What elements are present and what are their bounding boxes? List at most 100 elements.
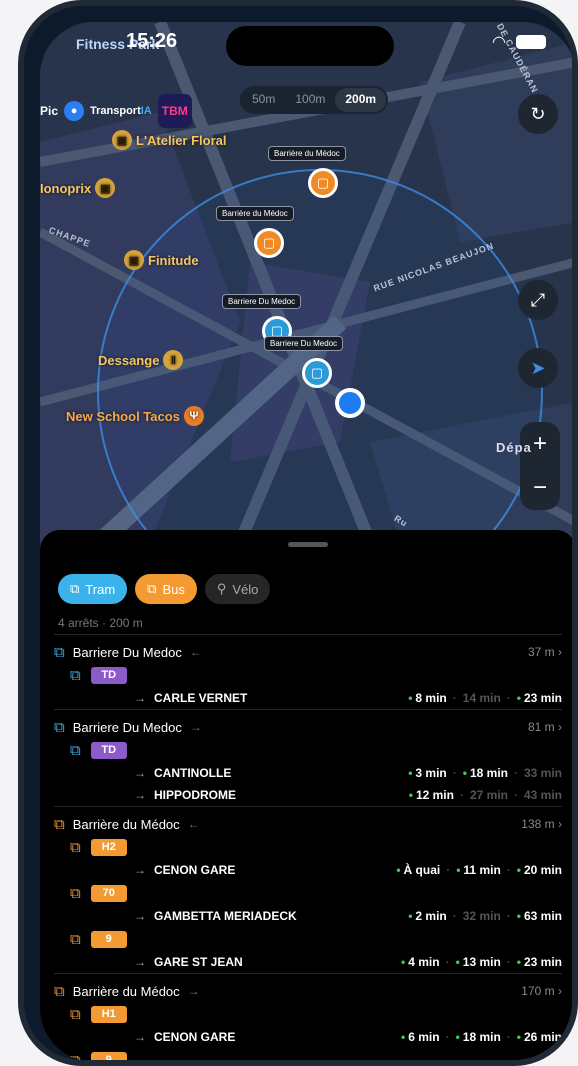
- bus-stop-marker[interactable]: ▢: [308, 168, 338, 198]
- tram-icon: ⧉: [70, 581, 80, 596]
- tram-icon: ⧉: [54, 643, 65, 661]
- user-location-dot: [335, 388, 365, 418]
- departure-row: → CENON GARE À quai· 11 min· 20 min: [54, 859, 562, 881]
- radius-50m[interactable]: 50m: [242, 88, 285, 112]
- line-badge: TD: [90, 741, 127, 759]
- arrow-right-icon: →: [134, 691, 146, 705]
- sheet-handle[interactable]: [288, 542, 328, 547]
- departure-row: → CANTINOLLE 3 min· 18 min· 33 min: [54, 762, 562, 784]
- line-row: ⧉ 9: [54, 927, 562, 951]
- brand-row: Pic ● TransportIA TBM: [40, 94, 192, 128]
- bus-stop-marker[interactable]: ▢: [254, 228, 284, 258]
- chevron-right-icon: ›: [558, 984, 562, 998]
- stop-item[interactable]: ⧉ Barriere Du Medoc → 81 m › ⧉ TD → CANTIN…: [54, 709, 562, 806]
- bike-icon: ⚲: [216, 581, 227, 596]
- dynamic-island: [226, 26, 394, 66]
- arrow-right-icon: →: [134, 788, 146, 802]
- screen: Fitness Park 15:26 ◠ Pic ● TransportIA T…: [40, 22, 572, 1062]
- line-row: ⧉ TD: [54, 738, 562, 762]
- stop-map-label: Barriere Du Medoc: [264, 336, 344, 351]
- stops-list: ⧉ Barriere Du Medoc ← 37 m › ⧉ TD → CARLE …: [54, 634, 562, 1062]
- street-label: Dépa: [496, 440, 532, 455]
- arrow-right-icon: →: [134, 766, 146, 780]
- bus-icon: ⧉: [70, 1005, 81, 1023]
- phone-frame: Fitness Park 15:26 ◠ Pic ● TransportIA T…: [18, 0, 578, 1066]
- stop-map-label: Barrière du Médoc: [268, 146, 346, 161]
- tram-stop-marker[interactable]: ▢: [302, 358, 332, 388]
- line-badge: 9: [90, 1051, 127, 1060]
- zoom-in-button[interactable]: +: [533, 430, 547, 458]
- map-view[interactable]: Fitness Park 15:26 ◠ Pic ● TransportIA T…: [40, 22, 572, 542]
- departure-row: → CARLE VERNET 8 min· 14 min· 23 min: [54, 687, 562, 709]
- poi-finitude[interactable]: ▣ Finitude: [124, 250, 199, 270]
- arrow-right-icon: →: [134, 1030, 146, 1044]
- expand-button[interactable]: ⤢: [518, 280, 558, 320]
- bus-icon: ⧉: [147, 581, 157, 596]
- radius-200m[interactable]: 200m: [335, 88, 387, 112]
- location-pin-icon: ●: [64, 101, 85, 121]
- line-badge: 70: [90, 884, 127, 902]
- stop-map-label: Barriere Du Medoc: [222, 294, 302, 309]
- line-row: ⧉ 9: [54, 1048, 562, 1062]
- departure-row: → CENON GARE 6 min· 18 min· 26 min: [54, 1026, 562, 1048]
- bus-icon: ⧉: [70, 884, 81, 902]
- stop-item[interactable]: ⧉ Barriere Du Medoc ← 37 m › ⧉ TD → CARLE …: [54, 634, 562, 709]
- tram-icon: ⧉: [70, 741, 81, 759]
- shop-icon: ▣: [112, 130, 132, 150]
- locate-button[interactable]: ➤: [518, 348, 558, 388]
- arrow-right-icon: →: [134, 909, 146, 923]
- arrow-right-icon: →: [134, 955, 146, 969]
- restaurant-icon: Ψ: [183, 406, 204, 426]
- radius-100m[interactable]: 100m: [285, 88, 335, 112]
- bus-icon: ⧉: [70, 838, 81, 856]
- filter-tram[interactable]: ⧉ Tram: [58, 574, 128, 604]
- shop-icon: ▣: [124, 250, 144, 270]
- poi-dessange[interactable]: Dessange Ⅱ: [98, 350, 184, 370]
- line-row: ⧉ H2: [54, 835, 562, 859]
- expand-icon: ⤢: [530, 289, 546, 310]
- filter-bus[interactable]: ⧉ Bus: [135, 574, 197, 604]
- arrow-right-icon: →: [134, 863, 146, 877]
- departure-row: → HIPPODROME 12 min· 27 min· 43 min: [54, 784, 562, 806]
- bottom-sheet: ⧉ Tram ⧉ Bus ⚲ Vélo 4 arrêts · 200 m ⧉ Barri…: [40, 530, 572, 1062]
- refresh-button[interactable]: ↻: [518, 94, 558, 134]
- battery-icon: [516, 35, 546, 49]
- navigation-arrow-icon: ➤: [530, 357, 546, 378]
- poi-atelier-floral[interactable]: ▣ L'Atelier Floral: [112, 130, 227, 150]
- tram-icon: ⧉: [54, 718, 65, 736]
- salon-icon: Ⅱ: [163, 350, 184, 370]
- chevron-right-icon: ›: [558, 645, 562, 659]
- line-row: ⧉ 70: [54, 881, 562, 905]
- bus-icon: ⧉: [54, 815, 65, 833]
- filter-velo[interactable]: ⚲ Vélo: [204, 574, 271, 604]
- line-badge: 9: [90, 930, 127, 948]
- bus-icon: ▢: [262, 235, 276, 250]
- radius-selector[interactable]: 50m 100m 200m: [240, 86, 389, 114]
- stop-map-label: Barrière du Médoc: [216, 206, 294, 221]
- poi-monoprix[interactable]: Ionoprix ▣: [40, 178, 116, 198]
- bus-icon: ⧉: [54, 982, 65, 1000]
- stop-item[interactable]: ⧉ Barrière du Médoc → 170 m › ⧉ H1 → CENON…: [54, 973, 562, 1062]
- mode-filters: ⧉ Tram ⧉ Bus ⚲ Vélo: [58, 574, 271, 604]
- chevron-right-icon: ›: [558, 720, 562, 734]
- line-badge: H2: [90, 838, 127, 856]
- departure-row: → GARE ST JEAN 4 min· 13 min· 23 min: [54, 951, 562, 973]
- zoom-control: + −: [520, 422, 560, 510]
- tram-icon: ▢: [310, 365, 324, 380]
- tbm-logo: TBM: [157, 94, 192, 128]
- chevron-right-icon: ›: [558, 817, 562, 831]
- tram-icon: ⧉: [70, 666, 81, 684]
- stops-summary: 4 arrêts · 200 m: [58, 616, 143, 630]
- line-row: ⧉ TD: [54, 663, 562, 687]
- status-time: 15:26: [126, 30, 178, 52]
- zoom-out-button[interactable]: −: [533, 474, 547, 502]
- poi-new-school-tacos[interactable]: New School Tacos Ψ: [66, 406, 204, 426]
- bus-icon: ⧉: [70, 930, 81, 948]
- departure-row: → GAMBETTA MERIADECK 2 min· 32 min· 63 m…: [54, 905, 562, 927]
- pic-label: Pic: [40, 104, 59, 118]
- refresh-icon: ↻: [530, 103, 546, 124]
- bus-icon: ⧉: [70, 1051, 81, 1062]
- line-row: ⧉ H1: [54, 1002, 562, 1026]
- line-badge: TD: [90, 666, 127, 684]
- stop-item[interactable]: ⧉ Barrière du Médoc ← 138 m › ⧉ H2 → CENON…: [54, 806, 562, 973]
